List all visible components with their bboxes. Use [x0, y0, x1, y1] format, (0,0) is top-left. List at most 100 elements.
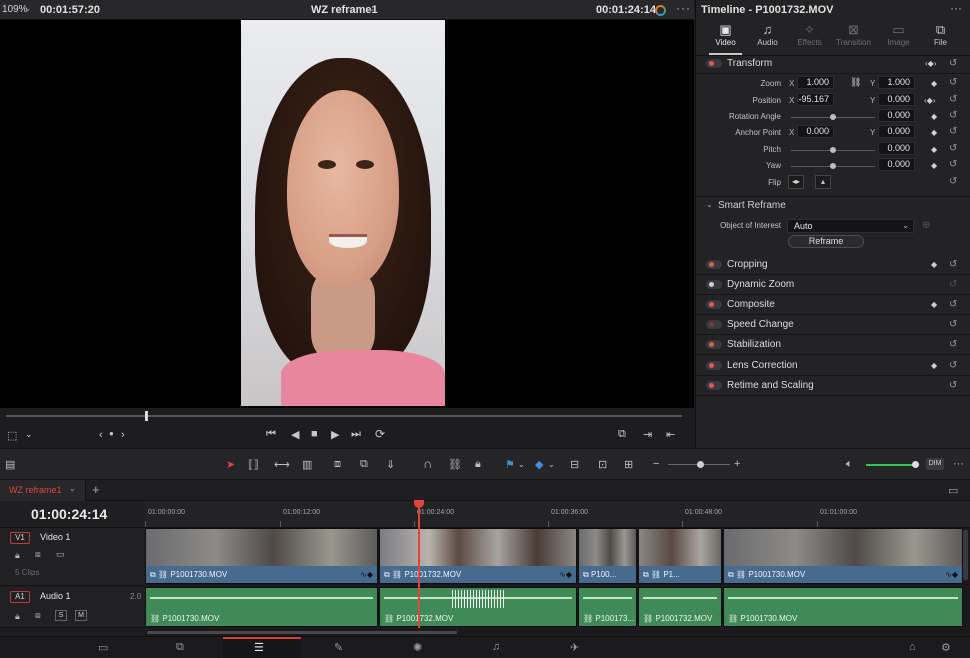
zoom-chevron-down-icon[interactable]: ⌄ — [24, 3, 32, 14]
flip-horizontal-icon[interactable]: ◂▸ — [788, 175, 804, 189]
play-reverse-icon[interactable]: ◀ — [291, 428, 299, 441]
insert-clip-icon[interactable]: ⧈ — [334, 458, 341, 471]
pitch-reset-icon[interactable]: ↺ — [949, 143, 957, 154]
audio-track-lane[interactable]: ⛓ P1001730.MOV ⛓ P1001732.MOV ⛓ P100173.… — [145, 587, 970, 628]
smart-reframe-label[interactable]: Smart Reframe — [718, 200, 786, 211]
transform-reset-icon[interactable]: ↺ — [949, 58, 957, 69]
zoom-in-icon[interactable]: + — [734, 458, 740, 470]
zoom-x-field[interactable]: 1.000 — [797, 76, 834, 89]
vertical-scrollbar-thumb[interactable] — [963, 530, 968, 580]
flag-icon[interactable]: ⚑ — [505, 458, 515, 471]
dynamic-zoom-toggle[interactable] — [706, 280, 722, 289]
pitch-field[interactable]: 0.000 — [878, 142, 915, 155]
zoom-detail-icon[interactable]: ⊡ — [598, 458, 607, 471]
scrubber-track[interactable] — [6, 415, 682, 417]
stabilization-section-header[interactable]: Stabilization ↺ — [696, 335, 970, 355]
cropping-toggle[interactable] — [706, 260, 722, 269]
flag-chevron-icon[interactable]: ⌄ — [518, 460, 525, 469]
add-timeline-icon[interactable]: + — [92, 482, 100, 497]
track-enable-icon[interactable]: ▭ — [56, 549, 65, 560]
zoom-out-icon[interactable]: − — [653, 458, 659, 470]
rotation-reset-icon[interactable]: ↺ — [949, 110, 957, 121]
stabilization-toggle[interactable] — [706, 340, 722, 349]
loop-icon[interactable]: ⟳ — [375, 427, 385, 441]
playhead[interactable] — [418, 501, 420, 628]
position-reset-icon[interactable]: ↺ — [949, 94, 957, 105]
lens-correction-keyframe-icon[interactable]: ◆ — [931, 361, 937, 370]
stop-icon[interactable]: ■ — [311, 428, 318, 440]
speed-change-section-header[interactable]: Speed Change ↺ — [696, 315, 970, 335]
speed-change-reset-icon[interactable]: ↺ — [949, 319, 957, 330]
anchor-y-field[interactable]: 0.000 — [878, 125, 915, 138]
zoom-reset-icon[interactable]: ↺ — [949, 77, 957, 88]
timeline-options-icon[interactable]: ▭ — [948, 484, 958, 497]
tab-effects[interactable]: ✧ Effects — [787, 22, 832, 54]
transform-section-header[interactable]: Transform ‹◆› ↺ — [696, 54, 970, 74]
cut-page-icon[interactable]: ⧉ — [176, 641, 184, 654]
toolbar-more-icon[interactable]: ··· — [953, 458, 964, 470]
tab-audio[interactable]: ♫ Audio — [745, 22, 790, 54]
jog-right-icon[interactable]: › — [121, 429, 125, 441]
viewer-mode-icon[interactable]: ⬚ — [7, 429, 17, 442]
object-of-interest-dropdown[interactable]: Auto ⌄ — [787, 219, 914, 233]
selection-tool-icon[interactable]: ➤ — [226, 458, 235, 471]
media-page-icon[interactable]: ▭ — [98, 641, 108, 654]
volume-handle[interactable] — [911, 461, 919, 468]
retime-scaling-section-header[interactable]: Retime and Scaling ↺ — [696, 376, 970, 396]
zoom-keyframe-icon[interactable]: ◆ — [931, 79, 937, 88]
fusion-page-icon[interactable]: ✎ — [334, 641, 343, 654]
pitch-slider[interactable] — [791, 147, 875, 153]
audio-clip[interactable]: ⛓ P1001730.MOV — [145, 587, 378, 627]
replace-clip-icon[interactable]: ⇓ — [386, 458, 395, 471]
track-lock-icon[interactable]: 🔒︎ — [15, 550, 20, 561]
dynamic-trim-icon[interactable]: ⟷ — [274, 458, 290, 471]
blade-tool-icon[interactable]: ▥ — [302, 458, 312, 471]
layout-icon[interactable]: ▤ — [5, 458, 15, 471]
timeline-zoom-handle[interactable] — [697, 461, 704, 468]
speed-change-toggle[interactable] — [706, 320, 722, 329]
yaw-keyframe-icon[interactable]: ◆ — [931, 161, 937, 170]
cropping-section-header[interactable]: Cropping ◆ ↺ — [696, 255, 970, 275]
linked-selection-icon[interactable]: ⛓ — [448, 458, 462, 471]
audio-track-name[interactable]: Audio 1 — [40, 591, 71, 601]
audio-track-badge[interactable]: A1 — [10, 591, 30, 603]
auto-select-icon[interactable]: ⧈ — [35, 549, 41, 560]
mute-button[interactable]: M — [75, 610, 87, 621]
yaw-field[interactable]: 0.000 — [878, 158, 915, 171]
video-clip[interactable]: ⧉ ⛓ P1001730.MOV ∿◆ — [145, 528, 378, 584]
dim-button[interactable]: DIM — [926, 458, 944, 470]
volume-icon[interactable]: 🔈︎ — [846, 458, 853, 471]
audio-clip[interactable]: ⛓ P1001732.MOV — [379, 587, 577, 627]
rotation-field[interactable]: 0.000 — [878, 109, 915, 122]
position-y-field[interactable]: 0.000 — [878, 93, 915, 106]
go-to-end-icon[interactable]: ⏭ — [351, 428, 361, 441]
lens-correction-reset-icon[interactable]: ↺ — [949, 360, 957, 371]
video-clip[interactable]: ⧉ ⛓ P1001730.MOV ∿◆ — [723, 528, 963, 584]
snapping-icon[interactable]: ∩ — [423, 456, 432, 471]
audio-clip[interactable]: ⛓ P1001732.MOV — [638, 587, 722, 627]
zoom-y-field[interactable]: 1.000 — [878, 76, 915, 89]
edit-page-icon[interactable]: ☰ — [254, 641, 264, 654]
scrubber-handle[interactable] — [145, 411, 148, 421]
play-icon[interactable]: ▶ — [331, 428, 339, 441]
composite-toggle[interactable] — [706, 300, 722, 309]
cropping-reset-icon[interactable]: ↺ — [949, 259, 957, 270]
composite-keyframe-icon[interactable]: ◆ — [931, 300, 937, 309]
flip-reset-icon[interactable]: ↺ — [949, 176, 957, 187]
position-x-field[interactable]: -95.167 — [797, 93, 834, 106]
audio-track-header[interactable]: A1 Audio 1 2.0 🔒︎ ⧈ S M — [0, 587, 145, 628]
timeline-scrollbar-track[interactable] — [145, 629, 970, 636]
color-page-icon[interactable]: ✺ — [413, 641, 422, 654]
link-icon[interactable]: ⛓ — [850, 77, 861, 88]
go-to-start-icon[interactable]: ⏮ — [266, 428, 276, 441]
auto-select-icon[interactable]: ⧈ — [35, 610, 41, 621]
jog-dot-icon[interactable]: ● — [109, 429, 114, 438]
audio-clip[interactable]: ⛓ P1001730.MOV — [723, 587, 963, 627]
timeline-tab-chevron-icon[interactable]: ⌄ — [69, 484, 76, 493]
overwrite-clip-icon[interactable]: ⧉ — [360, 458, 368, 471]
mark-in-icon[interactable]: ⇥ — [643, 428, 652, 441]
transform-toggle[interactable] — [706, 59, 722, 68]
pitch-keyframe-icon[interactable]: ◆ — [931, 145, 937, 154]
video-track-lane[interactable]: ⧉ ⛓ P1001730.MOV ∿◆ ⧉ ⛓ P1001732.MOV ∿◆ … — [145, 528, 970, 586]
video-clip[interactable]: ⧉ ⛓ P1001732.MOV ∿◆ — [379, 528, 577, 584]
